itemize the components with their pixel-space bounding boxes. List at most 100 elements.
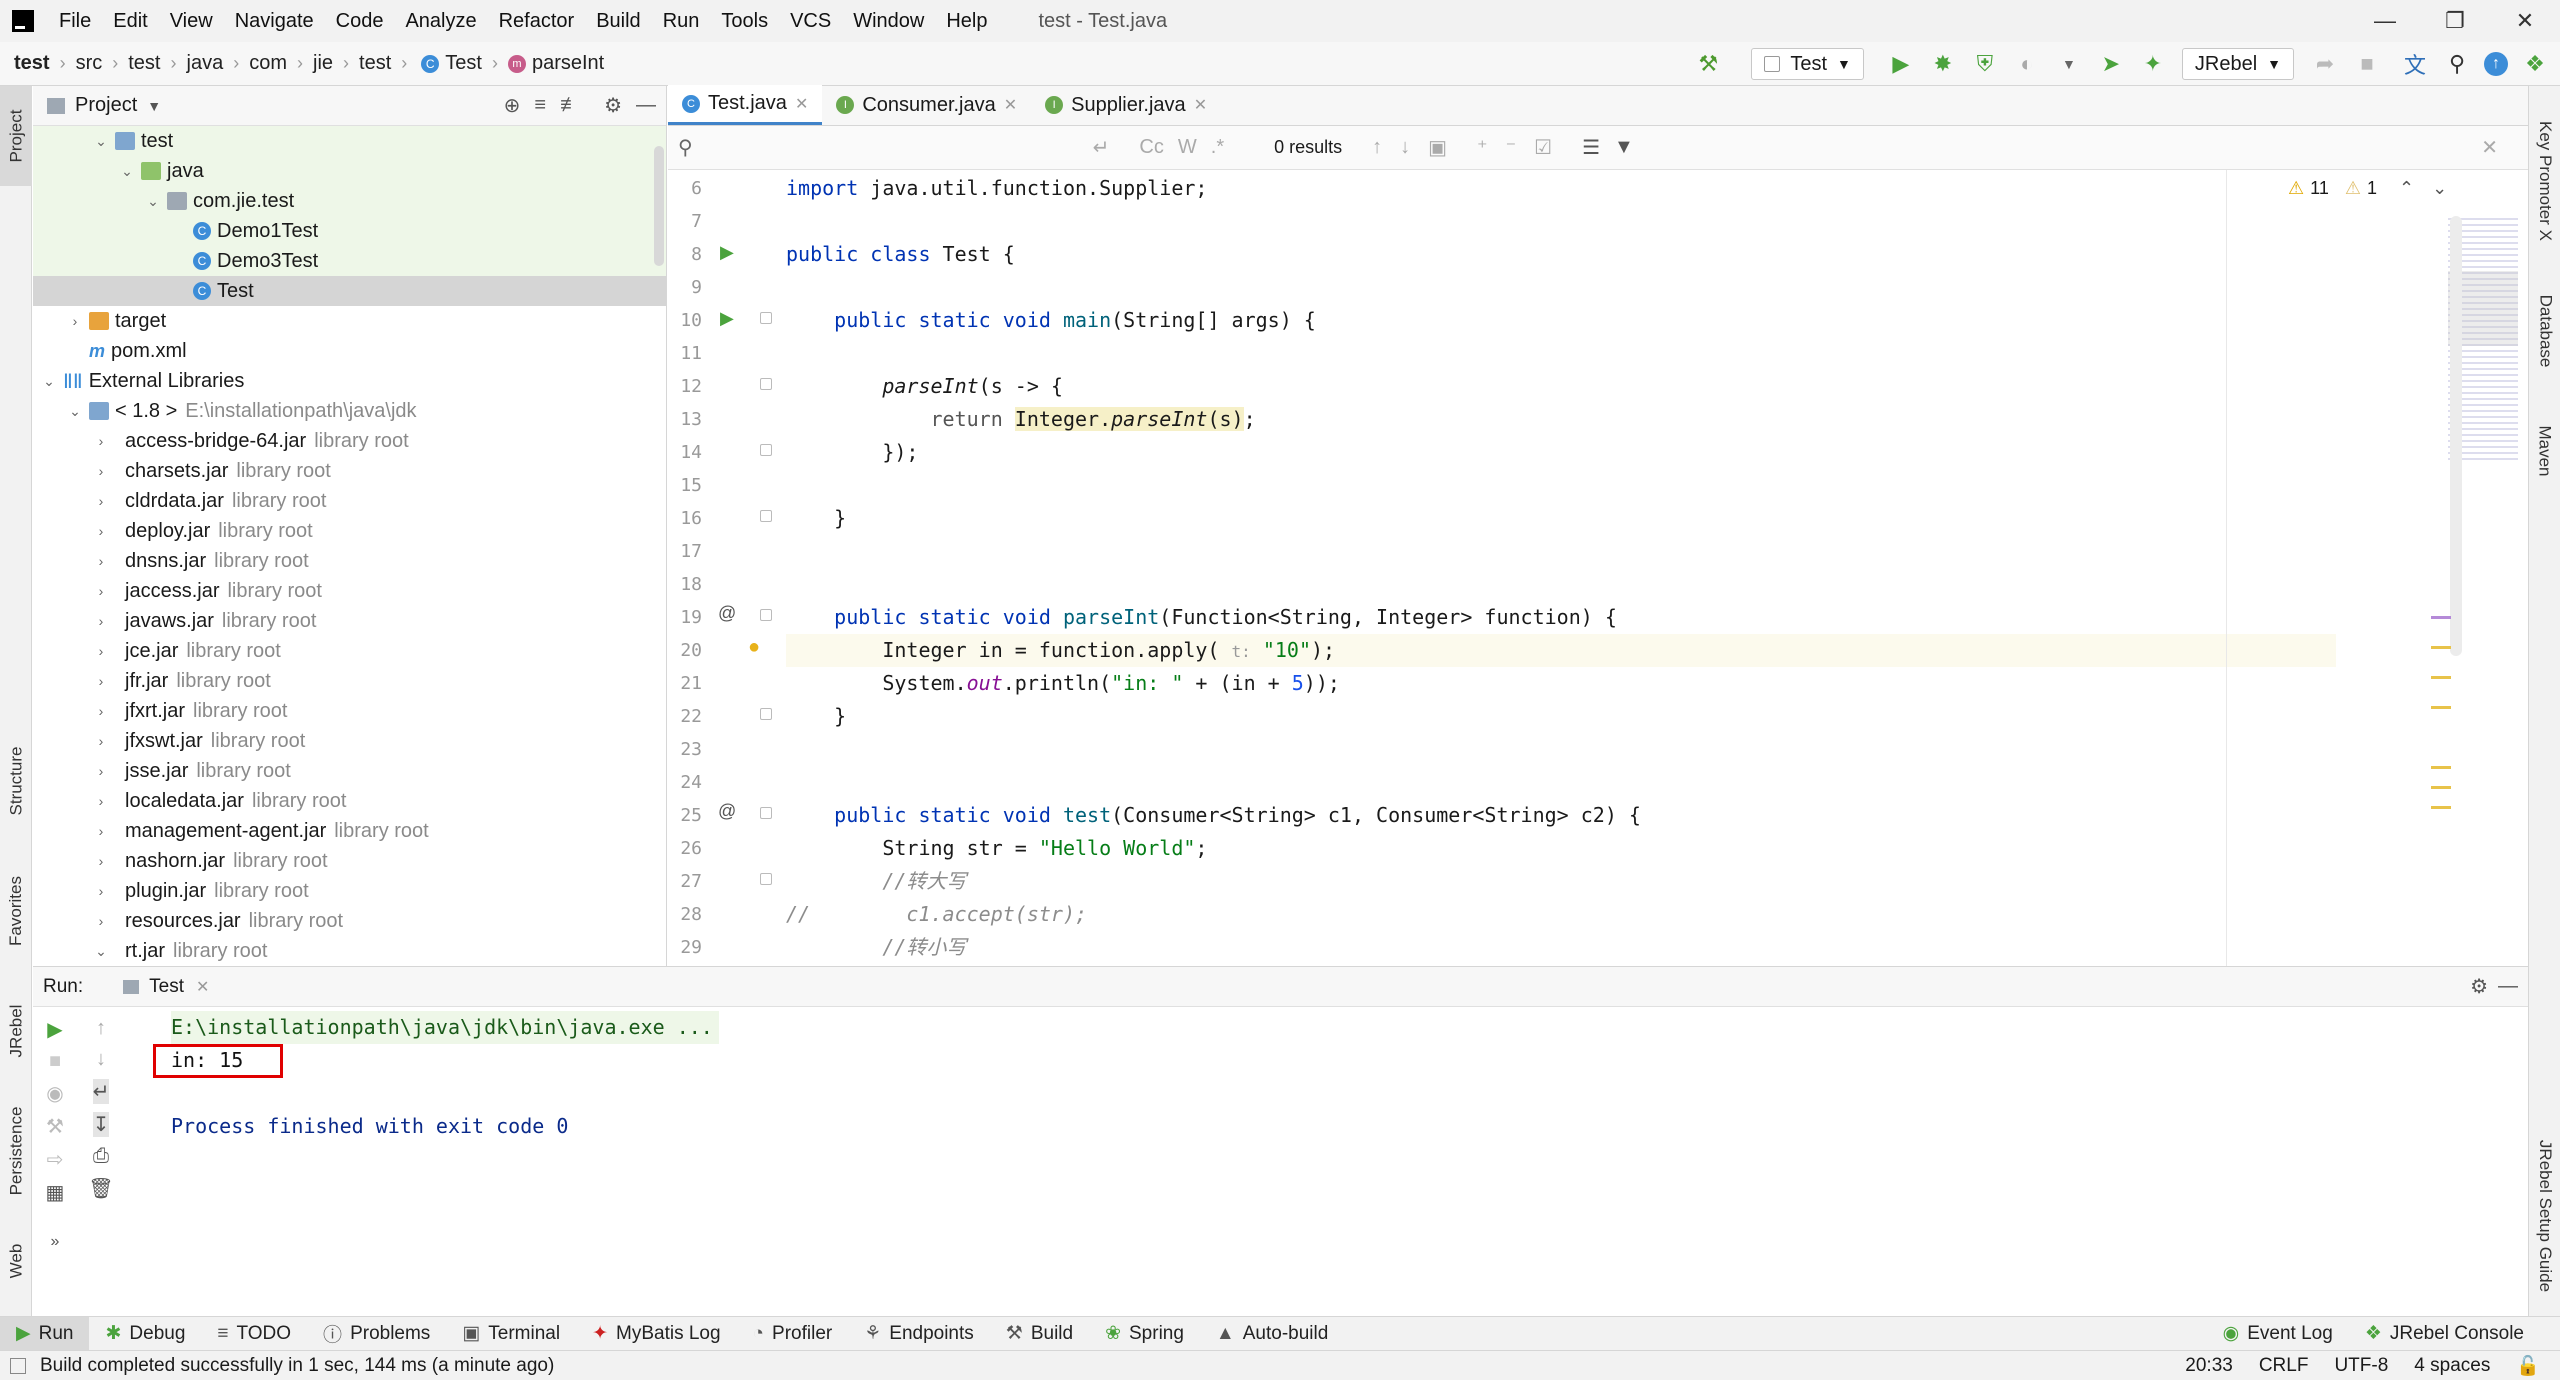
tree-item[interactable]: › resources.jar library root xyxy=(33,906,666,936)
close-icon[interactable]: ✕ xyxy=(1004,95,1017,115)
breadcrumb-item[interactable]: parseInt xyxy=(532,52,604,75)
rerun-icon[interactable]: ▶ xyxy=(47,1017,62,1042)
database-tool-tab[interactable]: Database xyxy=(2529,276,2560,386)
bottom-tab-debug[interactable]: ✱ Debug xyxy=(89,1322,201,1345)
chevron-down-icon[interactable]: ⌄ xyxy=(65,403,85,420)
bottom-tab-endpoints[interactable]: ⚘ Endpoints xyxy=(848,1322,990,1345)
jrebel-run-icon[interactable]: ➤ xyxy=(2096,49,2126,79)
chevron-right-icon[interactable]: › xyxy=(91,703,111,719)
project-scrollbar[interactable] xyxy=(654,146,664,266)
status-message[interactable]: Build completed successfully in 1 sec, 1… xyxy=(40,1355,554,1377)
tree-item[interactable]: ⌄ java xyxy=(33,156,666,186)
breadcrumb-item[interactable]: com xyxy=(249,52,287,75)
gear-icon[interactable]: ⚙ xyxy=(604,93,622,118)
select-all-icon[interactable]: ▣ xyxy=(1428,135,1447,160)
fold-icon[interactable] xyxy=(760,708,772,720)
code-line[interactable] xyxy=(786,766,2336,799)
project-tool-tab[interactable]: Project xyxy=(0,86,32,186)
menu-analyze[interactable]: Analyze xyxy=(394,10,487,33)
locate-icon[interactable]: ⊕ xyxy=(504,93,521,118)
editor-tab[interactable]: C Test.java ✕ xyxy=(668,85,823,125)
editor-tab[interactable]: I Supplier.java ✕ xyxy=(1031,85,1221,125)
chevron-right-icon[interactable]: › xyxy=(91,883,111,899)
previous-problem-icon[interactable]: ⌃ xyxy=(2399,178,2414,199)
next-match-icon[interactable]: ↓ xyxy=(1400,136,1410,159)
filter-options-icon[interactable]: ☰ xyxy=(1582,135,1600,160)
whole-word-toggle[interactable]: W xyxy=(1178,136,1197,159)
bottom-tab-build[interactable]: ⚒ Build xyxy=(990,1322,1089,1345)
code-line[interactable]: String str = "Hello World"; xyxy=(786,832,2336,865)
scroll-to-end-icon[interactable]: ↧ xyxy=(92,1112,110,1137)
fold-icon[interactable] xyxy=(760,312,772,324)
code-line[interactable] xyxy=(786,568,2336,601)
menu-edit[interactable]: Edit xyxy=(102,10,158,33)
print-icon[interactable]: ⎙ xyxy=(93,1145,109,1168)
bottom-tab-mybatis-log[interactable]: ✦ MyBatis Log xyxy=(576,1322,736,1345)
chevron-down-icon[interactable]: ⌄ xyxy=(117,163,137,180)
coverage-icon[interactable]: ⛨ xyxy=(1970,49,2000,79)
chevron-right-icon[interactable]: › xyxy=(91,913,111,929)
code-line[interactable]: public static void test(Consumer<String>… xyxy=(786,799,2336,832)
code-area[interactable]: import java.util.function.Supplier; publi… xyxy=(786,170,2336,966)
chevron-right-icon[interactable]: › xyxy=(91,853,111,869)
menu-refactor[interactable]: Refactor xyxy=(488,10,586,33)
tree-item[interactable]: ⌄ rt.jar library root xyxy=(33,936,666,966)
caret-position[interactable]: 20:33 xyxy=(2185,1355,2233,1377)
collapse-all-icon[interactable]: ≢ xyxy=(560,94,580,117)
web-tool-tab[interactable]: Web xyxy=(0,1226,32,1296)
chevron-right-icon[interactable]: › xyxy=(91,553,111,569)
tree-item[interactable]: › management-agent.jar library root xyxy=(33,816,666,846)
code-line[interactable]: //转小写 xyxy=(786,931,2336,964)
filter-icon[interactable]: ▼ xyxy=(1614,136,1634,159)
bottom-tab-todo[interactable]: ≡ TODO xyxy=(201,1323,307,1345)
jrebel-select[interactable]: JRebel ▼ xyxy=(2181,48,2294,80)
code-line[interactable]: //转大写 xyxy=(786,865,2336,898)
chevron-down-icon[interactable]: ⌄ xyxy=(91,943,111,960)
menu-vcs[interactable]: VCS xyxy=(779,10,842,33)
menu-file[interactable]: File xyxy=(48,10,102,33)
tree-item[interactable]: ⌄ test xyxy=(33,126,666,156)
error-stripe-mark[interactable] xyxy=(2431,806,2451,809)
fold-icon[interactable] xyxy=(760,609,772,621)
error-stripe-mark[interactable] xyxy=(2431,616,2451,619)
run-gutter-icon[interactable]: ▶ xyxy=(720,308,734,329)
console-output[interactable]: E:\installationpath\java\jdk\bin\java.ex… xyxy=(121,1011,2511,1311)
structure-tool-tab[interactable]: Structure xyxy=(0,726,32,836)
gear-icon[interactable]: ⚙ xyxy=(2470,974,2488,999)
code-line[interactable]: import java.util.function.Supplier; xyxy=(786,172,2336,205)
chevron-down-icon[interactable]: ⌄ xyxy=(143,193,163,210)
lock-icon[interactable]: 🔓 xyxy=(2516,1354,2540,1378)
chevron-right-icon[interactable]: › xyxy=(91,733,111,749)
jrebel-tool-tab[interactable]: JRebel xyxy=(0,986,32,1076)
more-icon[interactable]: » xyxy=(51,1233,60,1251)
editor-tab[interactable]: I Consumer.java ✕ xyxy=(822,85,1031,125)
fold-icon[interactable] xyxy=(760,378,772,390)
implements-gutter-icon[interactable]: @ xyxy=(718,603,736,624)
new-line-icon[interactable]: ↵ xyxy=(1093,135,1110,160)
minimize-button[interactable]: — xyxy=(2350,0,2420,42)
next-problem-icon[interactable]: ⌄ xyxy=(2432,178,2447,199)
key-promoter-tool-tab[interactable]: Key Promoter X xyxy=(2529,96,2560,266)
breadcrumb-item[interactable]: test xyxy=(14,52,50,75)
tree-item[interactable]: C Test xyxy=(33,276,666,306)
menu-window[interactable]: Window xyxy=(842,10,935,33)
regex-toggle[interactable]: .* xyxy=(1211,136,1224,159)
code-line[interactable]: public class Test { xyxy=(786,238,2336,271)
menu-view[interactable]: View xyxy=(159,10,224,33)
code-line[interactable]: Integer in = function.apply( t: "10"); xyxy=(786,634,2336,667)
file-encoding[interactable]: UTF-8 xyxy=(2334,1355,2388,1377)
tree-item[interactable]: › jaccess.jar library root xyxy=(33,576,666,606)
tree-item[interactable]: › charsets.jar library root xyxy=(33,456,666,486)
trash-icon[interactable]: 🗑 xyxy=(88,1176,113,1201)
debug-icon[interactable]: ✸ xyxy=(1928,49,1958,79)
code-line[interactable]: } xyxy=(786,700,2336,733)
jrebel-debug-icon[interactable]: ✦ xyxy=(2138,49,2168,79)
search-icon[interactable]: ⚲ xyxy=(2442,49,2472,79)
chevron-down-icon[interactable]: ▼ xyxy=(147,98,161,114)
jrebel-logo-icon[interactable]: ❖ xyxy=(2520,49,2550,79)
fold-icon[interactable] xyxy=(760,807,772,819)
tree-item[interactable]: › jce.jar library root xyxy=(33,636,666,666)
chevron-right-icon[interactable]: › xyxy=(91,613,111,629)
maven-tool-tab[interactable]: Maven xyxy=(2529,406,2560,496)
menu-help[interactable]: Help xyxy=(935,10,998,33)
